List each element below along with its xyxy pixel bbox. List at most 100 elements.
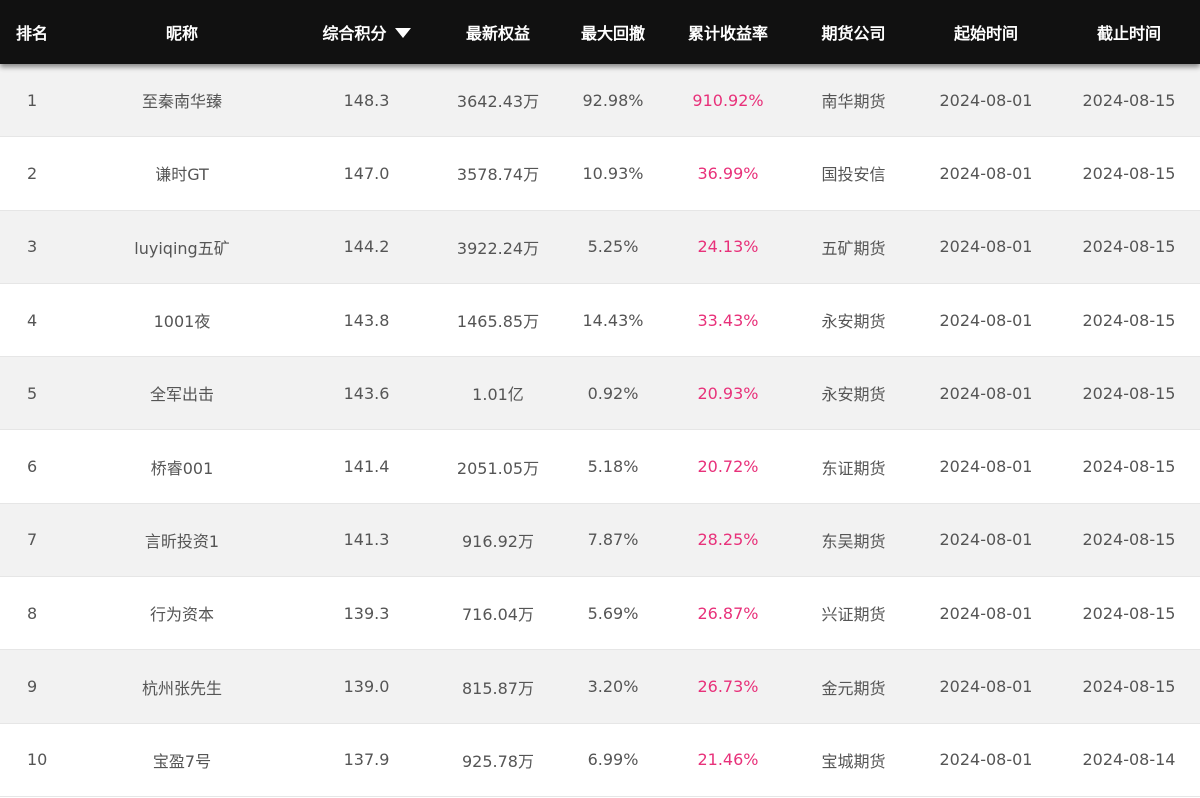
table-body: 1 至秦南华臻 148.3 3642.43万 92.98% 910.92% 南华期货 2024… <box>0 64 1200 797</box>
header-nickname: 昵称 <box>165 24 198 43</box>
cell-cum-return: 910.92% <box>692 90 764 110</box>
cell-company: 南华期货 <box>821 92 886 112</box>
cell-company: 国投安信 <box>821 165 886 185</box>
cell-nickname: 谦时GT <box>155 165 209 185</box>
cell-max-drawdown: 7.87% <box>587 530 639 550</box>
cell-end-time: 2024-08-15 <box>1082 677 1176 697</box>
cell-company: 永安期货 <box>821 312 886 332</box>
cell-start-time: 2024-08-01 <box>939 530 1033 550</box>
cell-rank: 8 <box>27 603 38 623</box>
cell-equity: 3578.74万 <box>456 165 540 185</box>
header-company: 期货公司 <box>821 24 886 43</box>
cell-start-time: 2024-08-01 <box>939 603 1033 623</box>
cell-company: 宝城期货 <box>821 751 886 771</box>
cell-rank: 5 <box>27 383 38 403</box>
cell-company: 兴证期货 <box>821 605 886 625</box>
cell-company: 东证期货 <box>821 458 886 478</box>
cell-max-drawdown: 3.20% <box>587 677 639 697</box>
cell-cum-return: 20.93% <box>697 383 759 403</box>
header-start-time: 起始时间 <box>953 24 1018 43</box>
cell-score: 139.0 <box>343 677 390 697</box>
table-row: 10 宝盈7号 137.9 925.78万 6.99% 21.46% 宝城期货 2024-08… <box>0 723 1200 797</box>
cell-cum-return: 21.46% <box>697 750 759 770</box>
cell-nickname: luyiqing五矿 <box>134 238 230 258</box>
cell-end-time: 2024-08-15 <box>1082 237 1176 257</box>
cell-rank: 6 <box>27 457 38 477</box>
cell-cum-return: 36.99% <box>697 163 759 183</box>
cell-max-drawdown: 10.93% <box>582 163 644 183</box>
table-row: 3 luyiqing五矿 144.2 3922.24万 5.25% 24.13% 五矿期货 2… <box>0 210 1200 284</box>
cell-cum-return: 26.73% <box>697 677 759 697</box>
cell-start-time: 2024-08-01 <box>939 677 1033 697</box>
cell-equity: 3642.43万 <box>456 92 540 112</box>
cell-company: 五矿期货 <box>821 238 886 258</box>
cell-end-time: 2024-08-15 <box>1082 163 1176 183</box>
cell-equity: 815.87万 <box>462 678 534 698</box>
cell-cum-return: 33.43% <box>697 310 759 330</box>
cell-end-time: 2024-08-15 <box>1082 603 1176 623</box>
cell-score: 148.3 <box>343 90 390 110</box>
cell-nickname: 行为资本 <box>149 605 214 625</box>
table-row: 1 至秦南华臻 148.3 3642.43万 92.98% 910.92% 南华期货 2024… <box>0 64 1200 138</box>
header-cum-return: 累计收益率 <box>687 24 768 43</box>
table-row: 2 谦时GT 147.0 3578.74万 10.93% 36.99% 国投安信 2024-0… <box>0 137 1200 211</box>
cell-max-drawdown: 0.92% <box>587 383 639 403</box>
cell-nickname: 至秦南华臻 <box>141 92 222 112</box>
cell-company: 金元期货 <box>821 678 886 698</box>
cell-equity: 2051.05万 <box>456 458 540 478</box>
cell-cum-return: 20.72% <box>697 457 759 477</box>
cell-score: 141.4 <box>343 457 390 477</box>
cell-rank: 9 <box>27 677 38 697</box>
cell-start-time: 2024-08-01 <box>939 383 1033 403</box>
header-score-sortable[interactable]: 综合积分 <box>300 0 433 64</box>
table-header: 排名 昵称 综合积分 最新权益 最大回撤 累计收益率 期货公司 起始时间 截止时… <box>0 0 1200 64</box>
cell-rank: 7 <box>27 530 38 550</box>
table-row: 9 杭州张先生 139.0 815.87万 3.20% 26.73% 金元期货 2024-08… <box>0 650 1200 724</box>
cell-score: 144.2 <box>343 237 390 257</box>
cell-equity: 925.78万 <box>462 751 534 771</box>
cell-start-time: 2024-08-01 <box>939 750 1033 770</box>
cell-equity: 1.01亿 <box>472 385 524 405</box>
ranking-table: 排名 昵称 综合积分 最新权益 最大回撤 累计收益率 期货公司 起始时间 截止时… <box>0 0 1200 798</box>
cell-nickname: 1001夜 <box>153 312 211 332</box>
cell-start-time: 2024-08-01 <box>939 237 1033 257</box>
cell-start-time: 2024-08-01 <box>939 310 1033 330</box>
cell-company: 东吴期货 <box>821 531 886 551</box>
cell-end-time: 2024-08-14 <box>1082 750 1176 770</box>
cell-nickname: 宝盈7号 <box>152 751 212 771</box>
table-row: 4 1001夜 143.8 1465.85万 14.43% 33.43% 永安期货 2024-… <box>0 283 1200 358</box>
cell-end-time: 2024-08-15 <box>1082 457 1176 477</box>
cell-nickname: 全军出击 <box>149 385 214 405</box>
cell-score: 143.8 <box>343 310 390 330</box>
cell-rank: 1 <box>27 90 38 110</box>
header-equity: 最新权益 <box>465 24 530 43</box>
cell-max-drawdown: 5.69% <box>587 603 639 623</box>
cell-equity: 716.04万 <box>462 605 534 625</box>
cell-start-time: 2024-08-01 <box>939 163 1033 183</box>
table-row: 5 全军出击 143.6 1.01亿 0.92% 20.93% 永安期货 2024-08-01… <box>0 357 1200 431</box>
header-end-time: 截止时间 <box>1096 24 1161 43</box>
cell-nickname: 桥睿001 <box>150 458 214 478</box>
cell-nickname: 杭州张先生 <box>141 678 222 698</box>
cell-end-time: 2024-08-15 <box>1082 310 1176 330</box>
header-max-drawdown: 最大回撤 <box>580 24 645 43</box>
cell-score: 143.6 <box>343 383 390 403</box>
cell-max-drawdown: 6.99% <box>587 750 639 770</box>
cell-rank: 10 <box>27 750 48 770</box>
header-score-label: 综合积分 <box>322 24 387 43</box>
cell-start-time: 2024-08-01 <box>939 90 1033 110</box>
cell-end-time: 2024-08-15 <box>1082 383 1176 403</box>
table-row: 6 桥睿001 141.4 2051.05万 5.18% 20.72% 东证期货 2024-0… <box>0 430 1200 504</box>
cell-max-drawdown: 5.25% <box>587 237 639 257</box>
cell-company: 永安期货 <box>821 385 886 405</box>
cell-end-time: 2024-08-15 <box>1082 90 1176 110</box>
cell-equity: 1465.85万 <box>456 312 540 332</box>
triangle-down-icon[interactable] <box>394 28 411 38</box>
header-rank: 排名 <box>16 24 49 43</box>
cell-score: 137.9 <box>343 750 390 770</box>
cell-score: 139.3 <box>343 603 390 623</box>
cell-rank: 4 <box>27 310 38 330</box>
cell-cum-return: 24.13% <box>697 237 759 257</box>
cell-equity: 916.92万 <box>462 531 534 551</box>
cell-max-drawdown: 92.98% <box>582 90 644 110</box>
